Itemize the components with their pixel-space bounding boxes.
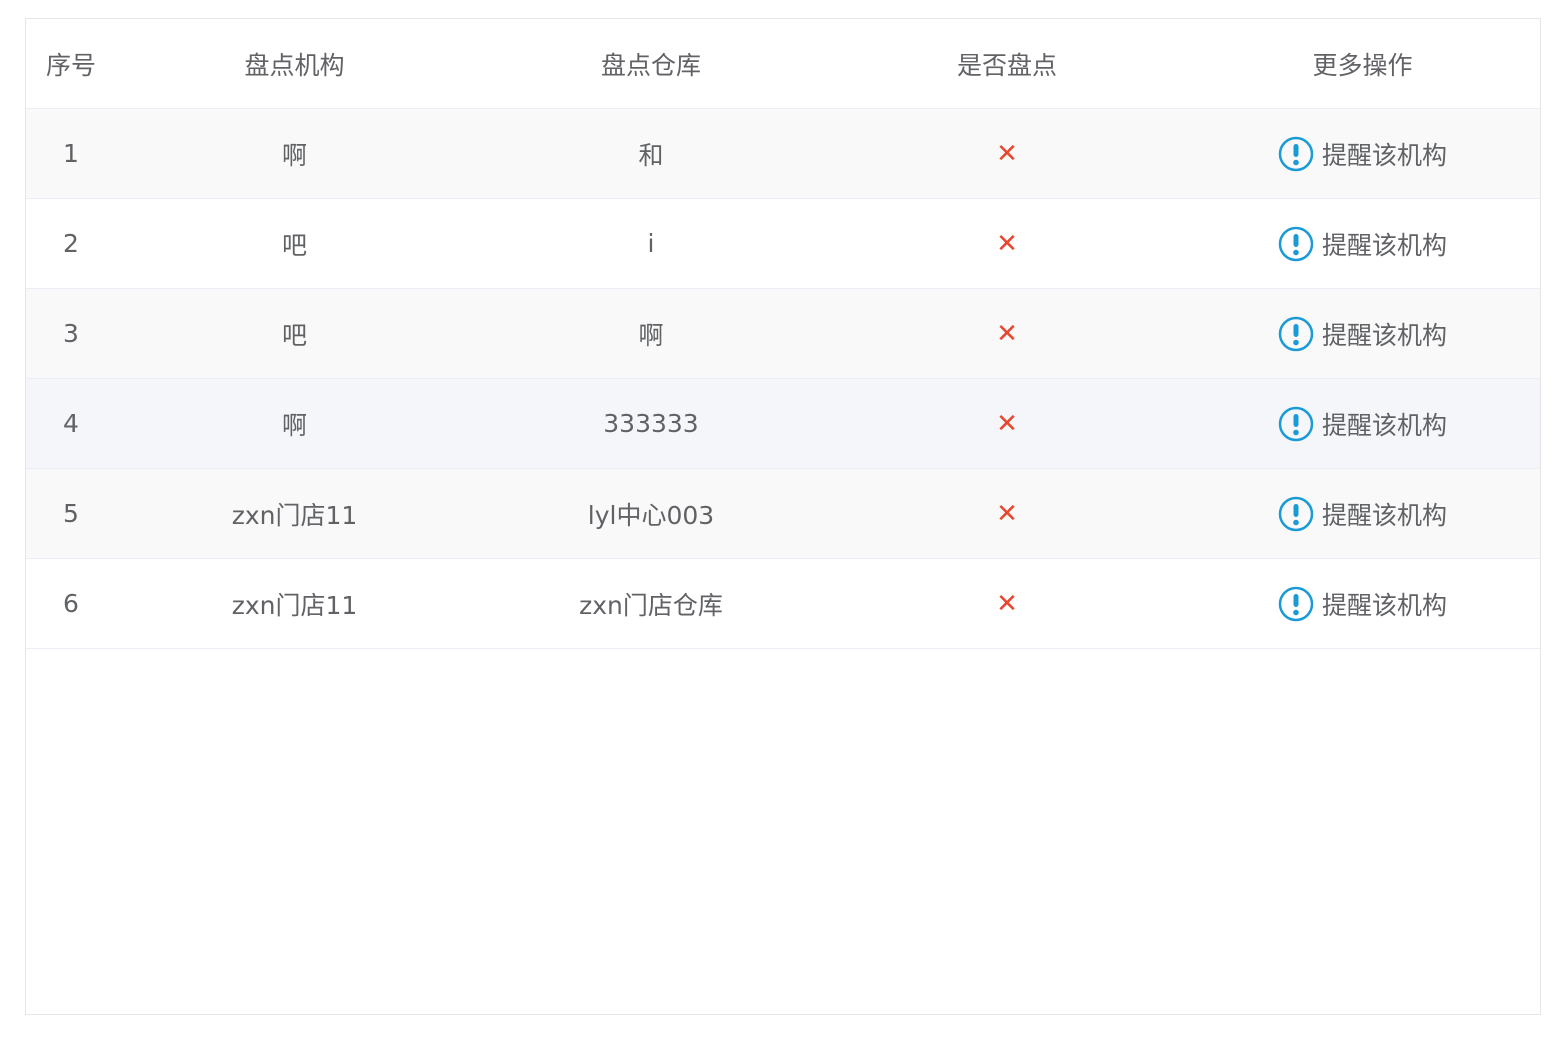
row-done: ✕ (829, 109, 1185, 198)
close-icon: ✕ (996, 228, 1018, 259)
table-row: 2 吧 i ✕ 提醒该机构 (26, 199, 1540, 289)
row-org: 吧 (281, 320, 307, 350)
row-done: ✕ (829, 469, 1185, 558)
row-warehouse: i (647, 229, 655, 258)
table-row: 4 啊 333333 ✕ 提醒该机构 (26, 379, 1540, 469)
row-org: zxn门店11 (231, 500, 358, 530)
row-index: 2 (63, 229, 79, 258)
table-row: 5 zxn门店11 lyl中心003 ✕ 提醒该机构 (26, 469, 1540, 559)
table-row: 3 吧 啊 ✕ 提醒该机构 (26, 289, 1540, 379)
row-done: ✕ (829, 379, 1185, 468)
table-row: 1 啊 和 ✕ 提醒该机构 (26, 109, 1540, 199)
remind-org-label: 提醒该机构 (1321, 500, 1447, 530)
row-warehouse: 啊 (638, 320, 664, 350)
close-icon: ✕ (996, 138, 1018, 169)
row-org: 啊 (281, 410, 307, 440)
row-index: 6 (63, 589, 79, 618)
column-header-index: 序号 (45, 50, 96, 80)
row-warehouse: zxn门店仓库 (579, 590, 723, 620)
close-icon: ✕ (996, 408, 1018, 439)
row-done: ✕ (829, 559, 1185, 648)
remind-org-button[interactable]: 提醒该机构 (1278, 136, 1447, 172)
remind-org-button[interactable]: 提醒该机构 (1278, 406, 1447, 442)
remind-org-label: 提醒该机构 (1321, 320, 1447, 350)
column-header-done: 是否盘点 (956, 50, 1057, 80)
row-actions: 提醒该机构 (1185, 469, 1540, 558)
remind-org-label: 提醒该机构 (1321, 140, 1447, 170)
table-row: 6 zxn门店11 zxn门店仓库 ✕ 提醒该机构 (26, 559, 1540, 649)
column-header-more: 更多操作 (1312, 50, 1413, 80)
exclamation-circle-icon (1278, 226, 1314, 261)
row-index: 3 (63, 319, 79, 348)
column-header-org: 盘点机构 (244, 50, 345, 80)
inventory-table: 序号 盘点机构 盘点仓库 是否盘点 更多操作 1 啊 和 ✕ 提醒该机构 2 吧… (25, 18, 1541, 1015)
row-done: ✕ (829, 289, 1185, 378)
close-icon: ✕ (996, 318, 1018, 349)
remind-org-label: 提醒该机构 (1321, 410, 1447, 440)
remind-org-label: 提醒该机构 (1321, 230, 1447, 260)
row-done: ✕ (829, 199, 1185, 288)
remind-org-label: 提醒该机构 (1321, 590, 1447, 620)
exclamation-circle-icon (1278, 316, 1314, 351)
row-actions: 提醒该机构 (1185, 289, 1540, 378)
row-actions: 提醒该机构 (1185, 379, 1540, 468)
row-index: 1 (63, 139, 79, 168)
row-warehouse: 和 (638, 140, 664, 170)
exclamation-circle-icon (1278, 136, 1314, 171)
remind-org-button[interactable]: 提醒该机构 (1278, 496, 1447, 532)
column-header-warehouse: 盘点仓库 (600, 50, 701, 80)
row-warehouse: 333333 (603, 409, 699, 438)
exclamation-circle-icon (1278, 496, 1314, 531)
row-org: 啊 (281, 140, 307, 170)
exclamation-circle-icon (1278, 406, 1314, 441)
remind-org-button[interactable]: 提醒该机构 (1278, 316, 1447, 352)
row-index: 5 (63, 499, 79, 528)
close-icon: ✕ (996, 588, 1018, 619)
exclamation-circle-icon (1278, 586, 1314, 621)
row-actions: 提醒该机构 (1185, 199, 1540, 288)
table-header: 序号 盘点机构 盘点仓库 是否盘点 更多操作 (26, 19, 1540, 109)
row-org: 吧 (281, 230, 307, 260)
row-actions: 提醒该机构 (1185, 559, 1540, 648)
row-org: zxn门店11 (231, 590, 358, 620)
remind-org-button[interactable]: 提醒该机构 (1278, 226, 1447, 262)
row-index: 4 (63, 409, 79, 438)
close-icon: ✕ (996, 498, 1018, 529)
row-warehouse: lyl中心003 (587, 500, 715, 530)
remind-org-button[interactable]: 提醒该机构 (1278, 586, 1447, 622)
row-actions: 提醒该机构 (1185, 109, 1540, 198)
